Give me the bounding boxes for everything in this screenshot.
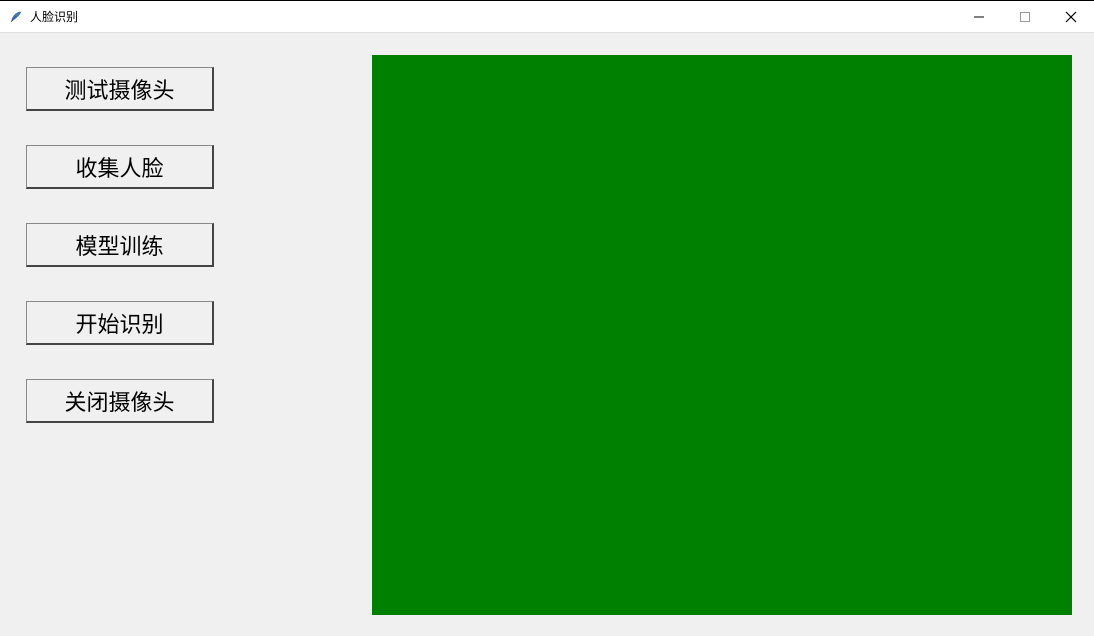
collect-face-button[interactable]: 收集人脸 — [26, 145, 214, 189]
maximize-button[interactable] — [1002, 1, 1048, 32]
train-model-button[interactable]: 模型训练 — [26, 223, 214, 267]
minimize-icon — [974, 12, 984, 22]
button-panel: 测试摄像头 收集人脸 模型训练 开始识别 关闭摄像头 — [26, 67, 214, 423]
video-canvas — [372, 55, 1072, 615]
window-controls — [956, 1, 1094, 32]
close-camera-button[interactable]: 关闭摄像头 — [26, 379, 214, 423]
test-camera-button[interactable]: 测试摄像头 — [26, 67, 214, 111]
application-window: 人脸识别 测试摄像头 收集人脸 模型训练 — [0, 0, 1094, 636]
window-title: 人脸识别 — [30, 8, 956, 25]
titlebar: 人脸识别 — [0, 1, 1094, 33]
minimize-button[interactable] — [956, 1, 1002, 32]
close-button[interactable] — [1048, 1, 1094, 32]
close-icon — [1065, 11, 1077, 23]
window-content: 测试摄像头 收集人脸 模型训练 开始识别 关闭摄像头 — [0, 33, 1094, 636]
start-recognition-button[interactable]: 开始识别 — [26, 301, 214, 345]
app-icon — [8, 9, 24, 25]
maximize-icon — [1020, 12, 1030, 22]
feather-icon — [9, 10, 23, 24]
